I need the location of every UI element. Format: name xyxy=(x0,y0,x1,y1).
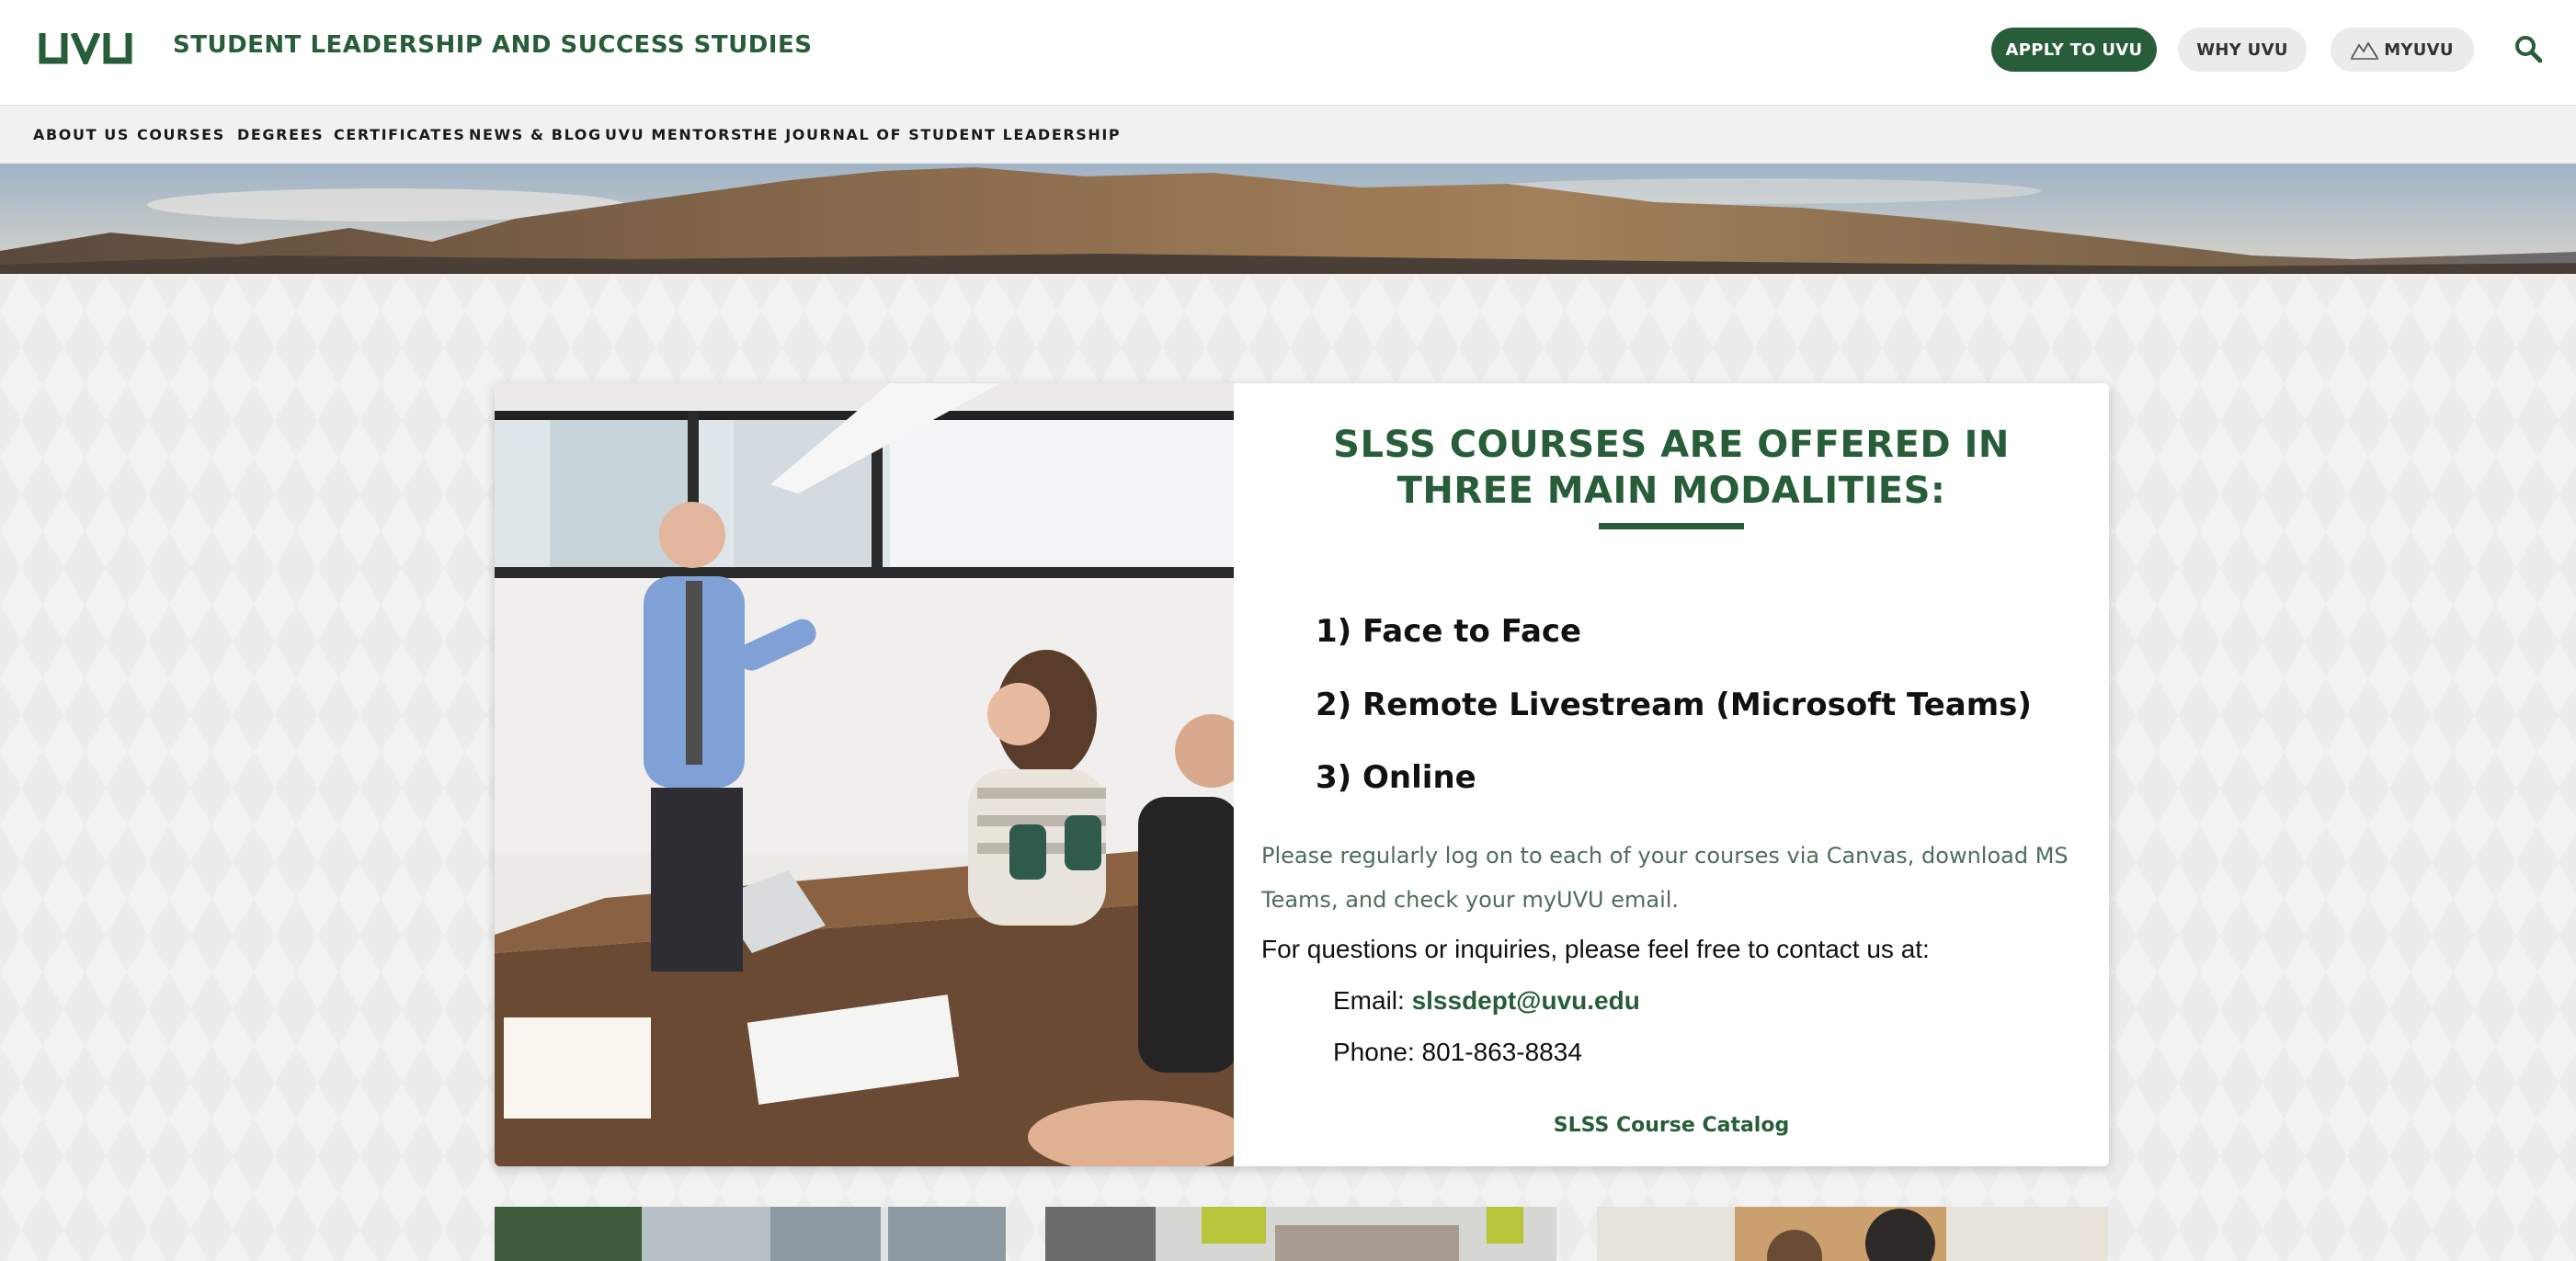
email-link[interactable]: slssdept@uvu.edu xyxy=(1412,986,1640,1015)
nav-item-certificates[interactable]: CERTIFICATES xyxy=(334,126,465,143)
myuvu-label: MYUVU xyxy=(2384,40,2454,60)
site-header: STUDENT LEADERSHIP AND SUCCESS STUDIES A… xyxy=(0,0,2576,106)
login-instructions: Please regularly log on to each of your … xyxy=(1261,843,2069,913)
uvu-logo[interactable] xyxy=(39,31,132,69)
building-thumbnail-image[interactable] xyxy=(495,1207,1006,1261)
modality-face-to-face: 1) Face to Face xyxy=(1316,613,1582,650)
nav-item-courses[interactable]: COURSES xyxy=(137,126,225,143)
nav-item-journal[interactable]: THE JOURNAL OF STUDENT LEADERSHIP xyxy=(742,126,1121,143)
mountain-banner-image xyxy=(0,164,2576,274)
classroom-photo xyxy=(495,383,1234,1166)
modality-remote-livestream: 2) Remote Livestream (Microsoft Teams) xyxy=(1316,687,2032,723)
nav-item-degrees[interactable]: DEGREES xyxy=(237,126,324,143)
nav-item-about-us[interactable]: ABOUT US xyxy=(33,126,130,143)
main-nav: ABOUT US COURSES DEGREES CERTIFICATES NE… xyxy=(0,106,2576,164)
modality-online: 3) Online xyxy=(1316,759,1476,796)
email-line: Email: slssdept@uvu.edu xyxy=(1333,986,1640,1016)
card-title: SLSS COURSES ARE OFFERED IN THREE MAIN M… xyxy=(1333,424,2010,512)
classroom-thumbnail-image[interactable] xyxy=(1045,1207,1556,1261)
phone-line: Phone: 801-863-8834 xyxy=(1333,1038,1582,1066)
card-content: SLSS COURSES ARE OFFERED IN THREE MAIN M… xyxy=(1234,383,2109,1166)
students-thumbnail-image[interactable] xyxy=(1597,1207,2108,1261)
mountain-icon xyxy=(2351,41,2379,60)
nav-item-uvu-mentors[interactable]: UVU MENTORS xyxy=(605,126,743,143)
course-catalog-link[interactable]: SLSS Course Catalog xyxy=(1234,1114,2109,1137)
title-underline xyxy=(1599,523,1744,529)
email-label: Email: xyxy=(1333,986,1412,1015)
search-icon xyxy=(2515,36,2542,62)
nav-item-news-blog[interactable]: NEWS & BLOG xyxy=(469,126,602,143)
apply-button[interactable]: APPLY TO UVU xyxy=(1991,28,2157,72)
search-button[interactable] xyxy=(2513,33,2544,64)
contact-intro: For questions or inquiries, please feel … xyxy=(1261,935,1930,963)
modalities-card: SLSS COURSES ARE OFFERED IN THREE MAIN M… xyxy=(495,383,2109,1166)
myuvu-button[interactable]: MYUVU xyxy=(2331,28,2474,72)
site-title[interactable]: STUDENT LEADERSHIP AND SUCCESS STUDIES xyxy=(173,31,812,59)
why-uvu-button[interactable]: WHY UVU xyxy=(2178,28,2307,72)
